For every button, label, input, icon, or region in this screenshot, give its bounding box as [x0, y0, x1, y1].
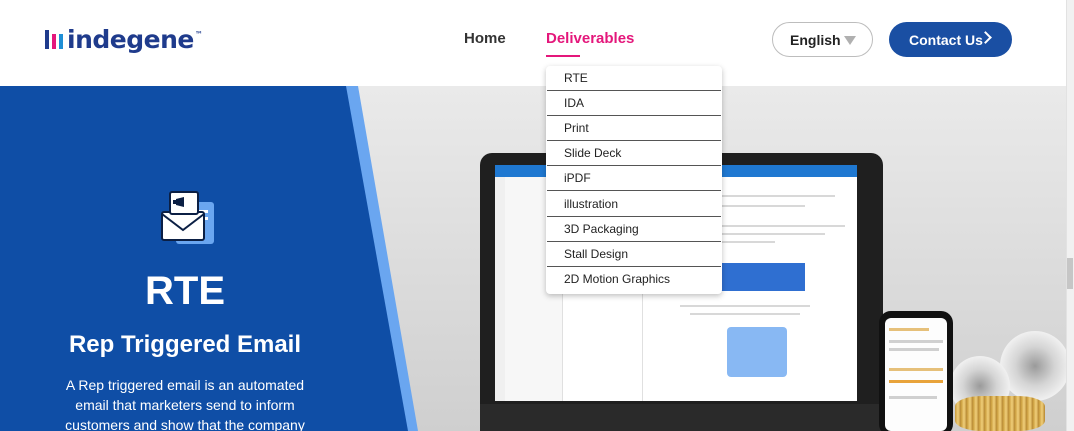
email-megaphone-icon	[161, 191, 214, 244]
menu-item-print[interactable]: Print	[547, 116, 721, 141]
menu-item-rte[interactable]: RTE	[547, 66, 721, 91]
menu-item-slide-deck[interactable]: Slide Deck	[547, 141, 721, 166]
nav-active-underline	[546, 55, 580, 57]
menu-item-ipdf[interactable]: iPDF	[547, 166, 721, 191]
hero-section: RTE Rep Triggered Email A Rep triggered …	[0, 86, 1066, 431]
menu-item-2d-motion-graphics[interactable]: 2D Motion Graphics	[547, 267, 721, 292]
logo-mark-icon	[44, 28, 66, 50]
site-header: indegene ™ Home Deliverables English Con…	[0, 0, 1066, 86]
nav-home-link[interactable]: Home	[464, 30, 506, 47]
deliverables-dropdown-menu: RTE IDA Print Slide Deck iPDF illustrati…	[546, 66, 722, 294]
language-select[interactable]: English	[772, 22, 873, 57]
scrollbar-thumb[interactable]	[1067, 258, 1073, 289]
pipe-decoration	[1000, 331, 1066, 401]
menu-item-3d-packaging[interactable]: 3D Packaging	[547, 217, 721, 242]
nav-deliverables-link[interactable]: Deliverables	[546, 30, 634, 47]
menu-item-illustration[interactable]: illustration	[547, 192, 721, 217]
laptop-base	[480, 404, 883, 431]
menu-item-ida[interactable]: IDA	[547, 91, 721, 116]
language-selected-label: English	[790, 31, 841, 48]
chevron-down-icon	[844, 36, 856, 45]
page: RTE Rep Triggered Email A Rep triggered …	[0, 0, 1074, 431]
hero-title: RTE	[145, 269, 225, 313]
phone-screen	[885, 318, 947, 431]
hero-subtitle: Rep Triggered Email	[68, 331, 302, 358]
page-scrollbar[interactable]	[1066, 0, 1074, 431]
coil-decoration	[955, 396, 1045, 431]
hero-description: A Rep triggered email is an automated em…	[65, 377, 305, 431]
contact-us-label: Contact Us	[909, 31, 983, 48]
logo-text: indegene	[67, 24, 194, 54]
contact-us-button[interactable]: Contact Us	[889, 22, 1012, 57]
menu-item-stall-design[interactable]: Stall Design	[547, 242, 721, 267]
indegene-logo[interactable]: indegene ™	[44, 24, 203, 54]
